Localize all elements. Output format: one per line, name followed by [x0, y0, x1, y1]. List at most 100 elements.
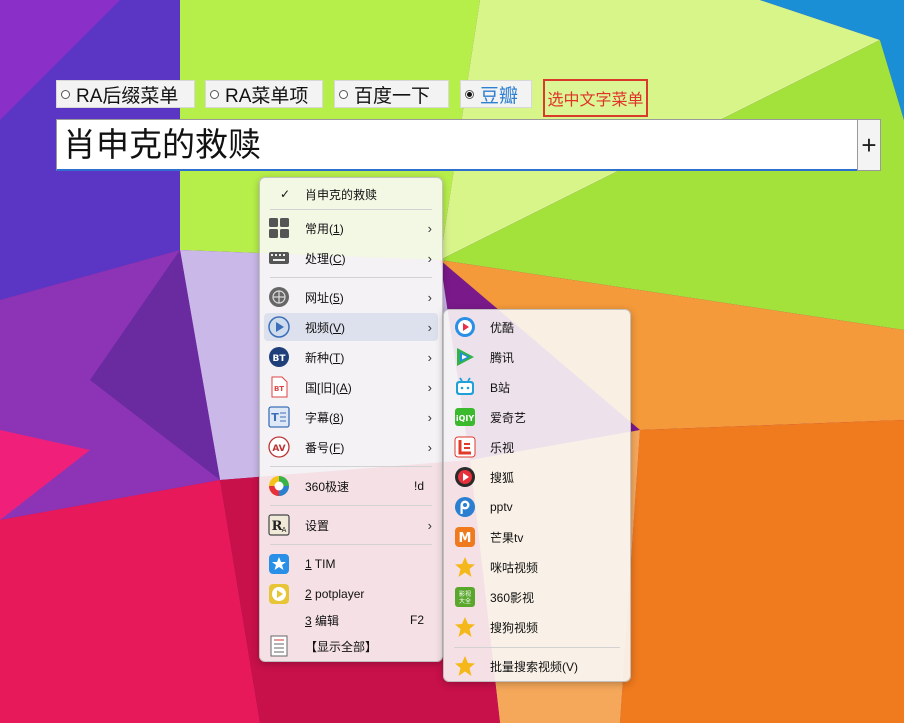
submenu-item-label: 批量搜索视频(V) — [490, 659, 578, 674]
menu-separator — [454, 647, 620, 648]
menu-item-common[interactable]: 常用(1) › — [264, 214, 438, 242]
submenu-item-pptv[interactable]: pptv — [448, 493, 626, 521]
chevron-right-icon: › — [427, 220, 432, 236]
video-icon — [268, 316, 290, 338]
grid-icon — [269, 218, 289, 238]
svg-text:A: A — [282, 526, 287, 534]
av-icon: AV — [268, 436, 290, 458]
submenu-item-label: 芒果tv — [490, 530, 524, 545]
menu-item-new-torrent[interactable]: BT 新种(T) › — [264, 343, 438, 371]
submenu-item-mango[interactable]: M 芒果tv — [448, 523, 626, 551]
shortcut-label: F2 — [409, 613, 424, 627]
menu-item-label: 国[旧](A) — [305, 380, 352, 395]
checkmark-icon: ✓ — [280, 187, 291, 201]
menu-item-video[interactable]: 视频(V) › — [264, 313, 438, 341]
submenu-item-migu[interactable]: 咪咕视频 — [448, 553, 626, 581]
bilibili-icon — [456, 377, 474, 395]
radio-circle-icon — [210, 89, 219, 99]
star-icon — [455, 617, 475, 637]
svg-text:T: T — [271, 411, 279, 424]
browser-360-icon — [269, 476, 289, 496]
menu-item-domestic-old[interactable]: BT 国[旧](A) › — [264, 373, 438, 401]
search-input[interactable]: 肖申克的救赎 — [56, 119, 858, 171]
bt-file-icon: BT — [271, 376, 288, 398]
star-icon — [455, 557, 475, 577]
submenu-item-label: pptv — [490, 500, 513, 514]
tab-ra-suffix-menu[interactable]: RA后缀菜单 — [56, 80, 195, 108]
iqiyi-icon: iQIY — [455, 408, 475, 426]
chevron-right-icon: › — [427, 349, 432, 365]
menu-item-process[interactable]: 处理(C) › — [264, 244, 438, 272]
sohu-icon — [455, 467, 475, 487]
submenu-item-360-video[interactable]: 影视 大全 360影视 — [448, 583, 626, 611]
video-submenu: 优酷 腾讯 B站 iQIY 爱奇艺 乐视 搜狐 pptv M 芒果tv 咪咕视频… — [443, 309, 631, 682]
mango-icon: M — [455, 527, 475, 547]
menu-item-subtitle[interactable]: T 字幕(8) › — [264, 403, 438, 431]
menu-item-url[interactable]: 网址(5) › — [264, 283, 438, 311]
svg-text:大全: 大全 — [459, 597, 471, 605]
submenu-item-label: 360影视 — [490, 590, 535, 605]
svg-text:iQIY: iQIY — [456, 414, 475, 423]
keyboard-icon — [269, 252, 289, 264]
tab-label: 百度一下 — [354, 85, 431, 107]
radio-circle-icon — [339, 89, 348, 99]
youku-icon — [455, 317, 475, 337]
menu-item-settings[interactable]: R A 设置 › — [264, 511, 438, 539]
selected-text-menu-label[interactable]: 选中文字菜单 — [543, 79, 648, 117]
submenu-item-iqiyi[interactable]: iQIY 爱奇艺 — [448, 403, 626, 431]
chevron-right-icon: › — [427, 439, 432, 455]
svg-text:M: M — [459, 531, 472, 546]
submenu-item-sogou-video[interactable]: 搜狗视频 — [448, 613, 626, 641]
menu-item-label: 处理(C) — [305, 251, 346, 266]
submenu-item-label: 搜狗视频 — [490, 620, 539, 635]
menu-item-label: 视频(V) — [305, 320, 346, 335]
submenu-item-sohu[interactable]: 搜狐 — [448, 463, 626, 491]
chevron-right-icon: › — [427, 250, 432, 266]
tab-label: RA菜单项 — [225, 85, 309, 107]
add-button[interactable]: + — [857, 119, 881, 171]
chevron-right-icon: › — [427, 517, 432, 533]
menu-separator — [270, 505, 432, 506]
menu-item-label: 新种(T) — [305, 350, 345, 365]
svg-text:影视: 影视 — [459, 590, 471, 598]
menu-separator — [270, 544, 432, 545]
submenu-item-bilibili[interactable]: B站 — [448, 373, 626, 401]
chevron-right-icon: › — [427, 409, 432, 425]
menu-item-label: 番号(F) — [305, 440, 345, 455]
tab-baidu[interactable]: 百度一下 — [334, 80, 449, 108]
submenu-item-label: 腾讯 — [490, 350, 515, 365]
list-icon — [270, 635, 288, 657]
globe-icon — [269, 287, 289, 307]
submenu-item-tencent[interactable]: 腾讯 — [448, 343, 626, 371]
menu-separator — [270, 209, 432, 210]
menu-item-label: 字幕(8) — [305, 410, 344, 425]
chevron-right-icon: › — [427, 379, 432, 395]
svg-text:AV: AV — [272, 444, 285, 454]
potplayer-icon — [269, 584, 289, 604]
menu-item-show-all[interactable]: 【显示全部】 — [264, 632, 438, 660]
context-menu: ✓ 肖申克的救赎 常用(1) › 处理(C) › 网址(5) › 视频(V) ›… — [259, 177, 443, 662]
submenu-item-youku[interactable]: 优酷 — [448, 313, 626, 341]
menu-item-label: 2 potplayer — [305, 587, 365, 601]
submenu-item-label: 优酷 — [490, 320, 515, 335]
tab-label: 豆瓣 — [480, 85, 519, 107]
menu-item-label: 网址(5) — [305, 290, 344, 305]
menu-item-edit[interactable]: 3 编辑 F2 — [264, 606, 438, 634]
menu-item-tim[interactable]: 1 TIM — [264, 550, 438, 578]
submenu-item-label: 咪咕视频 — [490, 560, 539, 575]
tab-ra-menu-item[interactable]: RA菜单项 — [205, 80, 323, 108]
tab-label: RA后缀菜单 — [76, 85, 179, 107]
menu-item-label: 360极速 — [305, 479, 350, 494]
subtitle-icon: T — [268, 406, 290, 428]
radio-checked-icon — [465, 89, 474, 99]
tencent-video-icon — [457, 348, 474, 366]
chevron-right-icon: › — [427, 289, 432, 305]
submenu-item-batch-search[interactable]: 批量搜索视频(V) — [448, 652, 626, 680]
menu-item-header[interactable]: ✓ 肖申克的救赎 — [264, 180, 438, 208]
menu-item-potplayer[interactable]: 2 potplayer — [264, 580, 438, 608]
ra-settings-icon: R A — [268, 514, 290, 536]
menu-item-360-browser[interactable]: 360极速 !d — [264, 472, 438, 500]
tab-douban[interactable]: 豆瓣 — [460, 80, 532, 108]
menu-item-code[interactable]: AV 番号(F) › — [264, 433, 438, 461]
submenu-item-letv[interactable]: 乐视 — [448, 433, 626, 461]
